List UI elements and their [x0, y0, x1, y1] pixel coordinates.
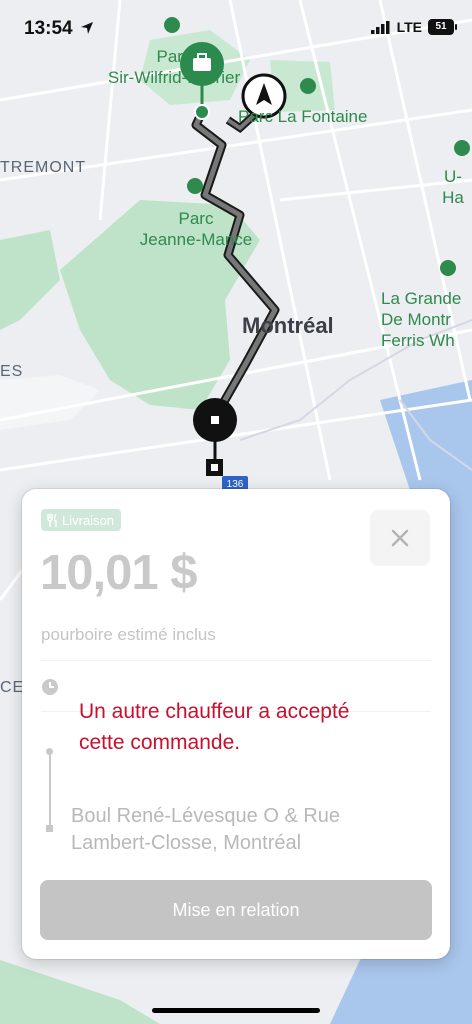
- map-label-parc-lafontaine: Parc La Fontaine: [238, 107, 368, 126]
- signal-bars-icon: [370, 20, 390, 34]
- status-time: 13:54: [24, 18, 73, 39]
- fare-amount: 10,01 $: [40, 546, 197, 600]
- status-bar: 13:54 LTE 51: [0, 0, 472, 58]
- park-tree-icon: [440, 260, 456, 276]
- map-label-ce: CE: [0, 679, 25, 696]
- park-tree-icon: [454, 140, 470, 156]
- order-taken-alert: Un autre chauffeur a accepté cette comma…: [79, 700, 350, 754]
- map-label-outremont: TREMONT: [0, 159, 87, 176]
- map-label-parc-jeanne-mance: Parc Jeanne-Mance: [128, 208, 264, 250]
- park-tree-icon: [187, 178, 203, 194]
- pickup-step-dot: [46, 748, 53, 755]
- network-type: LTE: [396, 19, 422, 35]
- dropoff-address: Boul René-Lévesque O & Rue Lambert-Closs…: [71, 805, 341, 854]
- status-right-group: LTE 51: [370, 19, 457, 35]
- route-step-line: [49, 755, 51, 825]
- map-label-line: Parc: [178, 209, 214, 228]
- map-label-line: De Montr: [381, 310, 451, 329]
- delivery-badge: Livraison: [41, 509, 122, 531]
- close-button[interactable]: [370, 510, 430, 566]
- map-label-line: Sir-Wilfrid-Laurier: [107, 68, 241, 87]
- delivery-badge-label: Livraison: [62, 512, 115, 528]
- map-label-montreal: Montréal: [242, 313, 334, 338]
- clock-icon: [42, 679, 58, 695]
- map-label-uha: U-Ha: [442, 167, 464, 207]
- map-label-es: ES: [0, 363, 24, 380]
- location-arrow-icon: [81, 22, 93, 34]
- pickup-dot: [194, 104, 210, 120]
- park-tree-icon: [300, 78, 316, 94]
- map-label-line: La Grande: [381, 289, 462, 308]
- dropoff-square-icon: [211, 416, 219, 424]
- utensils-icon: [47, 513, 57, 527]
- trip-offer-card: Livraison 10,01 $ pourboire estimé inclu…: [22, 489, 450, 959]
- battery-icon: 51: [428, 19, 457, 35]
- dropoff-step-square: [46, 825, 53, 832]
- map-label-line: Jeanne-Mance: [139, 230, 253, 249]
- map-label-line: Ferris Wh: [381, 331, 455, 350]
- map-label-grande-roue: La Grande De Montr Ferris Wh: [381, 288, 461, 351]
- tip-note: pourboire estimé inclus: [41, 625, 216, 644]
- divider: [41, 660, 431, 661]
- contact-button[interactable]: Mise en relation: [40, 880, 432, 940]
- home-indicator[interactable]: [152, 1008, 320, 1013]
- close-icon: [391, 529, 409, 547]
